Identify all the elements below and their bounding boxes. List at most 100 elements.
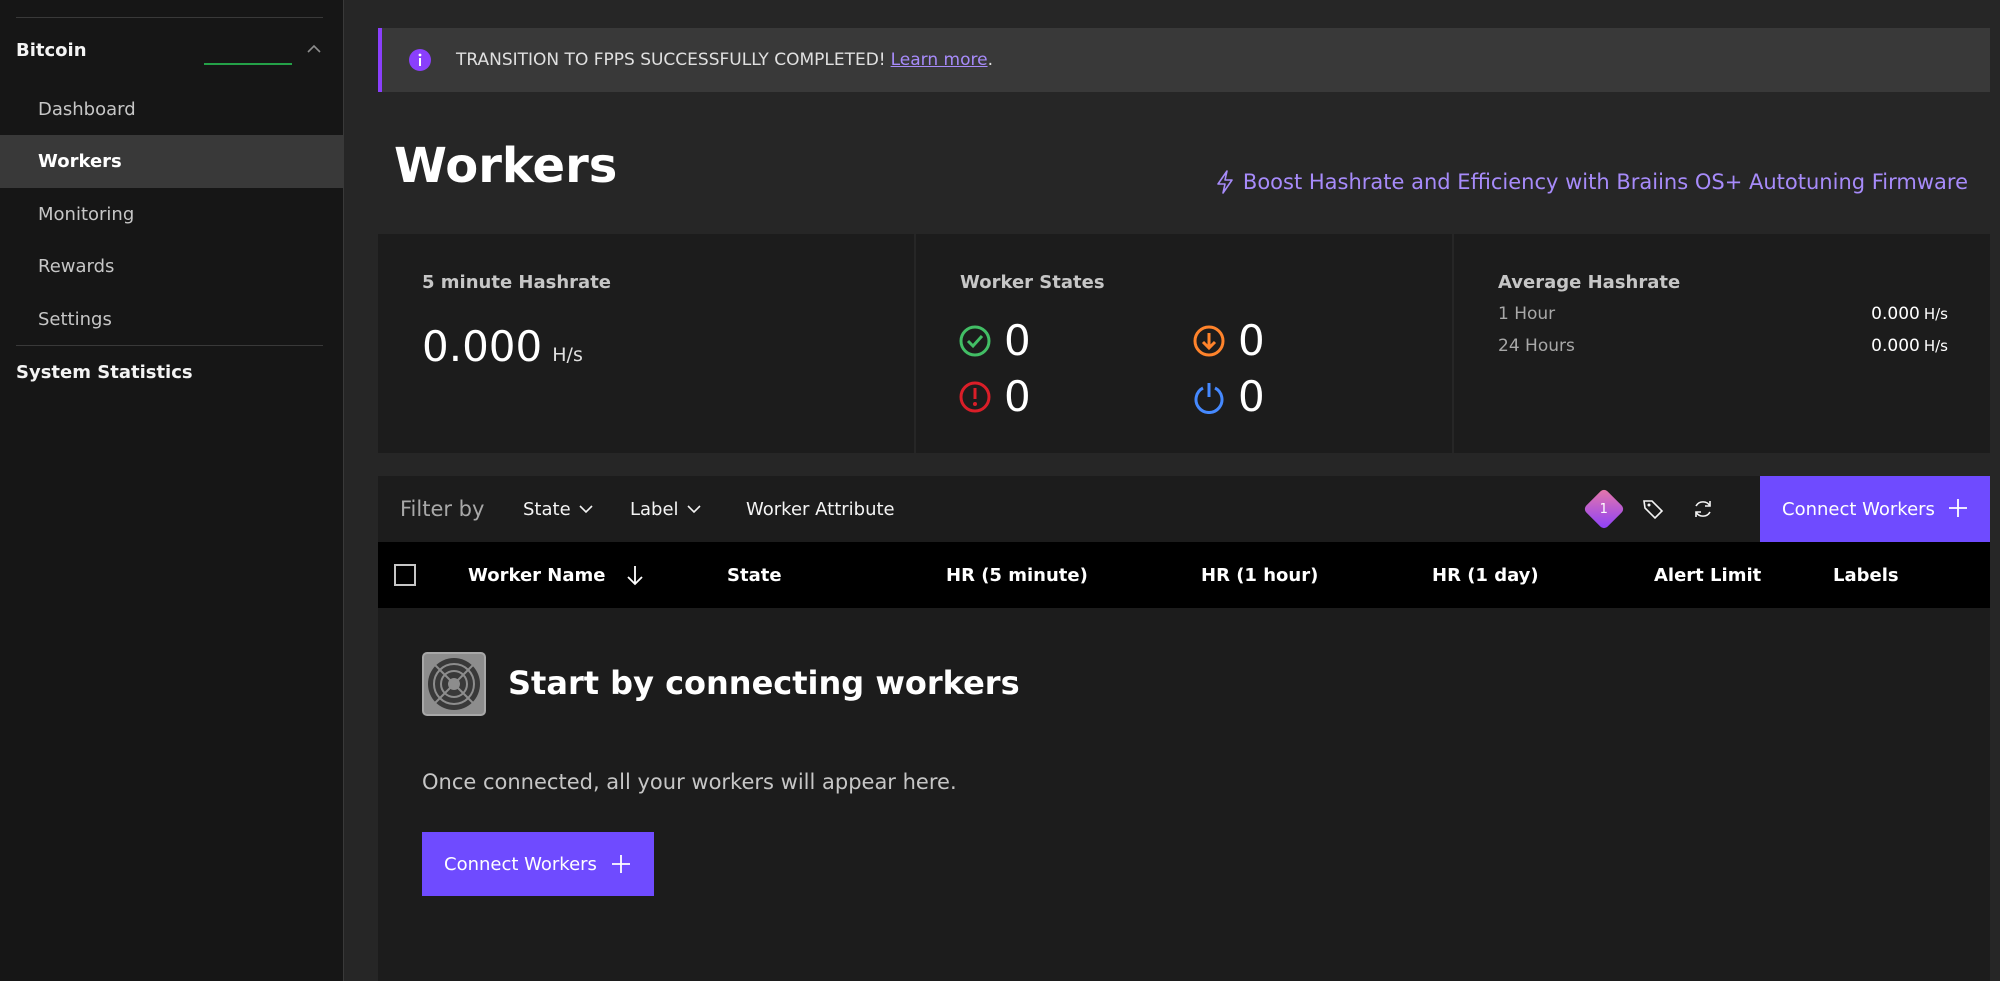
avg-label: 24 Hours — [1498, 336, 1575, 356]
column-label: HR (1 day) — [1432, 564, 1539, 586]
state-off-count: 0 — [1238, 372, 1265, 421]
state-low-count: 0 — [1238, 316, 1265, 365]
sidebar-item-workers[interactable]: Workers — [0, 135, 343, 188]
warning-circle-icon — [959, 381, 991, 412]
column-hr-1hour[interactable]: HR (1 hour) — [1201, 542, 1318, 608]
sidebar-item-monitoring[interactable]: Monitoring — [0, 188, 343, 241]
state-ok: 0 — [958, 316, 1031, 365]
sidebar: Bitcoin Dashboard Workers Monitoring Rew… — [0, 0, 344, 981]
sidebar-item-label: Monitoring — [38, 204, 135, 225]
empty-state-title: Start by connecting workers — [508, 664, 1020, 702]
column-label: Alert Limit — [1654, 564, 1762, 586]
chevron-down-icon — [686, 505, 701, 514]
avg-value: 0.000 H/s — [1871, 304, 1948, 324]
hashrate-card-title: 5 minute Hashrate — [422, 272, 611, 293]
avg-number: 0.000 — [1871, 336, 1920, 356]
sidebar-divider — [16, 17, 323, 18]
boost-link-label: Boost Hashrate and Efficiency with Braii… — [1242, 170, 1968, 194]
label-filter-dropdown[interactable]: Label — [630, 476, 701, 542]
notification-banner: TRANSITION TO FPPS SUCCESSFULLY COMPLETE… — [378, 28, 1990, 92]
sidebar-item-system-statistics[interactable]: System Statistics — [16, 355, 193, 389]
filter-by-label: Filter by — [400, 497, 485, 521]
state-ok-count: 0 — [1004, 316, 1031, 365]
column-hr-5min[interactable]: HR (5 minute) — [946, 542, 1088, 608]
filter-toolbar: Filter by State Label Worker Attribute 1… — [378, 476, 1990, 542]
sidebar-item-label: Workers — [38, 151, 122, 172]
refresh-icon[interactable] — [1686, 492, 1720, 526]
worker-attribute-filter[interactable]: Worker Attribute — [746, 476, 895, 542]
average-hashrate-title: Average Hashrate — [1498, 272, 1681, 293]
chevron-down-icon — [579, 505, 593, 514]
worker-states-card: Worker States 0 0 0 0 — [916, 234, 1452, 453]
plus-icon — [612, 855, 630, 873]
connect-workers-button[interactable]: Connect Workers — [1760, 476, 1990, 542]
sidebar-item-rewards[interactable]: Rewards — [0, 240, 343, 293]
power-icon — [1194, 382, 1224, 414]
state-filter-label: State — [523, 498, 571, 520]
page-title: Workers — [394, 138, 618, 194]
hashrate-card: 5 minute Hashrate 0.000 H/s — [378, 234, 914, 453]
column-label: Worker Name — [468, 564, 606, 586]
sidebar-section-title: Bitcoin — [16, 39, 87, 61]
column-label: HR (5 minute) — [946, 564, 1088, 586]
worker-states-card-title: Worker States — [960, 272, 1105, 293]
sidebar-item-settings[interactable]: Settings — [0, 293, 343, 346]
column-hr-1day[interactable]: HR (1 day) — [1432, 542, 1539, 608]
sidebar-section-bitcoin[interactable]: Bitcoin — [16, 30, 323, 70]
column-state[interactable]: State — [727, 542, 782, 608]
avg-row-1h: 1 Hour 0.000 H/s — [1498, 304, 1948, 324]
hashrate-unit: H/s — [552, 344, 583, 366]
filter-count-badge[interactable]: 1 — [1582, 487, 1626, 531]
badge-icon: 1 — [1582, 487, 1626, 531]
column-label: Labels — [1833, 564, 1899, 586]
badge-count: 1 — [1599, 501, 1609, 517]
avg-label: 1 Hour — [1498, 304, 1556, 324]
info-icon — [409, 49, 431, 71]
column-label: State — [727, 564, 782, 586]
sidebar-item-label: System Statistics — [16, 361, 193, 383]
tag-icon[interactable] — [1636, 492, 1670, 526]
column-labels[interactable]: Labels — [1833, 542, 1899, 608]
label-filter-label: Label — [630, 498, 679, 520]
lightning-icon — [1217, 170, 1233, 194]
status-indicator-line — [204, 63, 292, 65]
empty-state-description: Once connected, all your workers will ap… — [422, 770, 957, 794]
plus-icon — [1949, 499, 1967, 517]
worker-attribute-label: Worker Attribute — [746, 498, 895, 520]
workers-table-header: Worker Name State HR (5 minute) HR (1 ho… — [378, 542, 1990, 608]
avg-row-24h: 24 Hours 0.000 H/s — [1498, 336, 1948, 356]
connect-workers-cta-label: Connect Workers — [444, 853, 597, 875]
check-circle-icon — [959, 325, 991, 356]
avg-number: 0.000 — [1871, 304, 1920, 324]
connect-workers-label: Connect Workers — [1782, 498, 1935, 520]
avg-unit: H/s — [1923, 337, 1948, 355]
column-label: HR (1 hour) — [1201, 564, 1319, 586]
fan-icon — [422, 652, 486, 716]
connect-workers-cta-button[interactable]: Connect Workers — [422, 832, 654, 896]
column-worker-name[interactable]: Worker Name — [468, 542, 645, 608]
sidebar-item-label: Rewards — [38, 256, 115, 277]
avg-unit: H/s — [1923, 305, 1948, 323]
average-hashrate-card: Average Hashrate 1 Hour 0.000 H/s 24 Hour… — [1454, 234, 1990, 453]
boost-firmware-link[interactable]: Boost Hashrate and Efficiency with Braii… — [1215, 170, 1968, 194]
empty-state: Start by connecting workers Once connect… — [378, 608, 1990, 981]
sidebar-item-label: Dashboard — [38, 99, 136, 120]
state-low: 0 — [1192, 316, 1265, 365]
banner-suffix: . — [987, 50, 993, 70]
column-alert-limit[interactable]: Alert Limit — [1654, 542, 1761, 608]
banner-message: TRANSITION TO FPPS SUCCESSFULLY COMPLETE… — [456, 50, 886, 70]
sidebar-item-dashboard[interactable]: Dashboard — [0, 83, 343, 136]
avg-value: 0.000 H/s — [1871, 336, 1948, 356]
state-error-count: 0 — [1004, 372, 1031, 421]
hashrate-value-group: 0.000 H/s — [422, 322, 583, 371]
state-off: 0 — [1192, 372, 1265, 421]
chevron-up-icon[interactable] — [305, 40, 323, 58]
sidebar-divider — [16, 345, 323, 346]
select-all-checkbox[interactable] — [394, 564, 416, 586]
sidebar-item-label: Settings — [38, 309, 112, 330]
state-filter-dropdown[interactable]: State — [523, 476, 593, 542]
hashrate-value: 0.000 — [422, 322, 543, 371]
arrow-down-circle-icon — [1193, 325, 1225, 356]
arrow-down-icon[interactable] — [625, 563, 645, 587]
learn-more-link[interactable]: Learn more — [891, 50, 988, 70]
